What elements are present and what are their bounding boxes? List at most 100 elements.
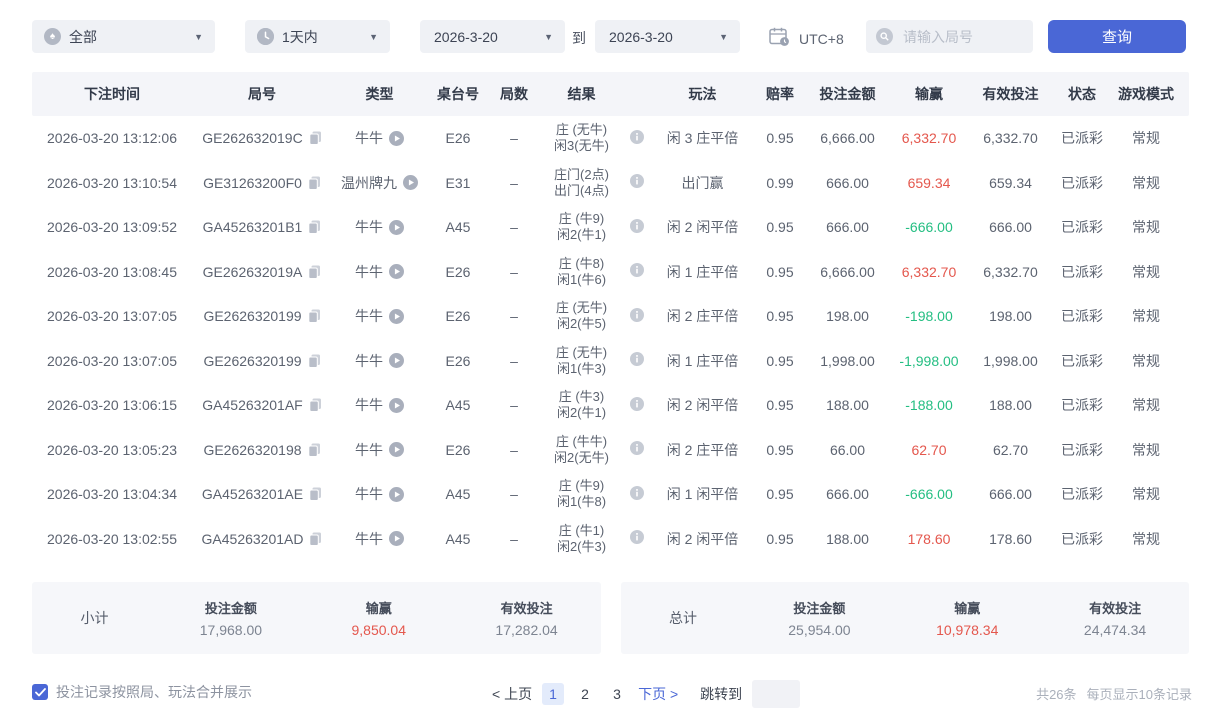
cell-play: 闲 2 闲平倍 <box>650 395 755 415</box>
time-range-dropdown[interactable]: 1天内 ▼ <box>245 20 390 53</box>
cell-round-id: GE2626320199 <box>192 308 332 324</box>
cell-game-type: 牛牛 <box>332 395 427 415</box>
cell-bet-amount: 666.00 <box>805 219 890 235</box>
date-from-picker[interactable]: 2026-3-20 ▼ <box>420 20 565 53</box>
round-search-input[interactable] <box>901 28 1015 46</box>
cell-result-info <box>624 486 650 503</box>
play-video-icon[interactable] <box>389 487 404 502</box>
copy-icon[interactable] <box>309 398 322 412</box>
cell-result: 庄门(2点) 出门(4点) <box>539 167 624 199</box>
page-button-2[interactable]: 2 <box>574 683 596 705</box>
cell-result: 庄 (牛1) 闲2(牛3) <box>539 523 624 555</box>
cell-round-id: GE2626320199 <box>192 353 332 369</box>
copy-icon[interactable] <box>308 309 321 323</box>
play-video-icon[interactable] <box>389 353 404 368</box>
play-video-icon[interactable] <box>389 309 404 324</box>
cell-round-id: GE262632019A <box>192 264 332 280</box>
cell-bet-amount: 6,666.00 <box>805 130 890 146</box>
info-icon[interactable] <box>630 174 644 191</box>
total-block: 总计 投注金额 25,954.00 输赢 10,978.34 有效投注 24,4… <box>621 582 1190 654</box>
play-video-icon[interactable] <box>389 398 404 413</box>
cell-odds: 0.95 <box>755 531 805 547</box>
next-page-button[interactable]: 下页 > <box>638 684 678 704</box>
play-video-icon[interactable] <box>403 175 418 190</box>
copy-icon[interactable] <box>308 443 321 457</box>
date-to-label: 到 <box>572 28 586 48</box>
info-icon[interactable] <box>630 130 644 147</box>
play-video-icon[interactable] <box>389 264 404 279</box>
table-row: 2026-03-20 13:04:34 GA45263201AE 牛牛 A45 … <box>32 472 1189 517</box>
cell-result-info <box>624 397 650 414</box>
subtotal-win-loss: 输赢 9,850.04 <box>305 598 453 638</box>
cell-bet-time: 2026-03-20 13:09:52 <box>32 219 192 235</box>
copy-icon[interactable] <box>309 532 322 546</box>
cell-table-no: E26 <box>427 353 489 369</box>
copy-icon[interactable] <box>309 131 322 145</box>
cell-status: 已派彩 <box>1053 262 1111 282</box>
cell-result: 庄 (牛9) 闲1(牛8) <box>539 478 624 510</box>
page-button-1[interactable]: 1 <box>542 683 564 705</box>
jump-to-input[interactable] <box>752 680 800 708</box>
play-video-icon[interactable] <box>389 531 404 546</box>
info-icon[interactable] <box>630 486 644 503</box>
game-type-value: 全部 <box>69 27 97 47</box>
cell-valid-bet: 6,332.70 <box>968 264 1053 280</box>
copy-icon[interactable] <box>308 176 321 190</box>
info-icon[interactable] <box>630 308 644 325</box>
clock-icon <box>257 28 274 45</box>
copy-icon[interactable] <box>308 265 321 279</box>
prev-page-button[interactable]: < 上页 <box>492 684 532 704</box>
cell-valid-bet: 666.00 <box>968 486 1053 502</box>
page-button-3[interactable]: 3 <box>606 683 628 705</box>
copy-icon[interactable] <box>309 487 322 501</box>
cell-game-mode: 常规 <box>1111 529 1181 549</box>
cell-result: 庄 (牛牛) 闲2(无牛) <box>539 434 624 466</box>
play-video-icon[interactable] <box>389 220 404 235</box>
cell-game-mode: 常规 <box>1111 306 1181 326</box>
cell-rounds: – <box>489 308 539 324</box>
cell-table-no: E26 <box>427 308 489 324</box>
info-icon[interactable] <box>630 352 644 369</box>
info-icon[interactable] <box>630 397 644 414</box>
header-bet-time: 下注时间 <box>32 84 192 104</box>
game-type-dropdown[interactable]: ♠ 全部 ▼ <box>32 20 215 53</box>
info-icon[interactable] <box>630 219 644 236</box>
cell-win-loss: 62.70 <box>890 442 968 458</box>
cell-bet-time: 2026-03-20 13:04:34 <box>32 486 192 502</box>
cell-table-no: A45 <box>427 219 489 235</box>
copy-icon[interactable] <box>308 220 321 234</box>
merge-checkbox-label: 投注记录按照局、玩法合并展示 <box>56 682 252 702</box>
cell-rounds: – <box>489 486 539 502</box>
cell-bet-time: 2026-03-20 13:08:45 <box>32 264 192 280</box>
cell-status: 已派彩 <box>1053 173 1111 193</box>
subtotal-block: 小计 投注金额 17,968.00 输赢 9,850.04 有效投注 17,28… <box>32 582 601 654</box>
table-row: 2026-03-20 13:02:55 GA45263201AD 牛牛 A45 … <box>32 517 1189 562</box>
play-video-icon[interactable] <box>389 131 404 146</box>
query-button[interactable]: 查询 <box>1048 20 1186 53</box>
cell-bet-time: 2026-03-20 13:05:23 <box>32 442 192 458</box>
bet-records-table: 下注时间 局号 类型 桌台号 局数 结果 玩法 赔率 投注金额 输赢 有效投注 … <box>32 72 1189 561</box>
cell-result: 庄 (无牛) 闲2(牛5) <box>539 300 624 332</box>
cell-bet-amount: 6,666.00 <box>805 264 890 280</box>
cell-game-type: 牛牛 <box>332 128 427 148</box>
cell-play: 闲 1 庄平倍 <box>650 351 755 371</box>
cell-result-info <box>624 441 650 458</box>
page-size-info: 每页显示10条记录 <box>1087 684 1192 703</box>
info-icon[interactable] <box>630 441 644 458</box>
cell-play: 出门赢 <box>650 173 755 193</box>
cell-status: 已派彩 <box>1053 217 1111 237</box>
info-icon[interactable] <box>630 263 644 280</box>
cell-game-mode: 常规 <box>1111 173 1181 193</box>
play-video-icon[interactable] <box>389 442 404 457</box>
pagination: < 上页 1 2 3 下页 > 跳转到 <box>492 680 800 708</box>
merge-checkbox[interactable] <box>32 684 48 700</box>
info-icon[interactable] <box>630 530 644 547</box>
cell-play: 闲 2 庄平倍 <box>650 306 755 326</box>
date-to-picker[interactable]: 2026-3-20 ▼ <box>595 20 740 53</box>
table-row: 2026-03-20 13:06:15 GA45263201AF 牛牛 A45 … <box>32 383 1189 428</box>
cell-game-type: 牛牛 <box>332 262 427 282</box>
copy-icon[interactable] <box>308 354 321 368</box>
header-valid-bet: 有效投注 <box>968 84 1053 104</box>
cell-win-loss: -1,998.00 <box>890 353 968 369</box>
header-rounds: 局数 <box>489 84 539 104</box>
